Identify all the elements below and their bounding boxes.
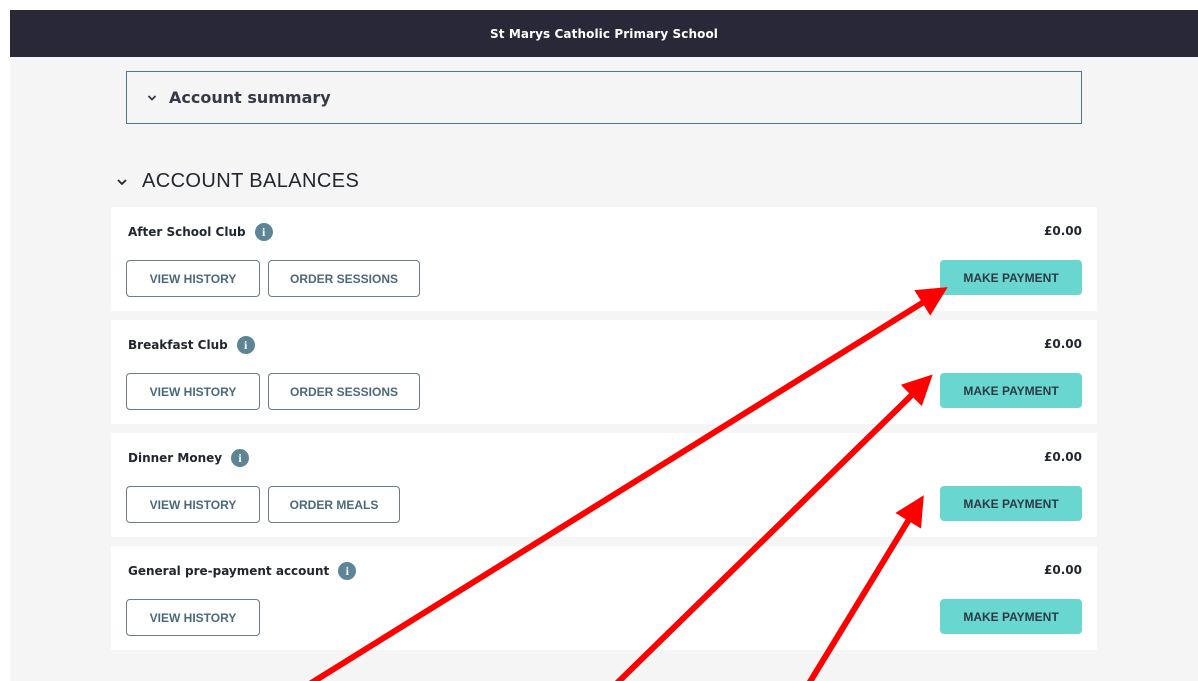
account-balance: £0.00 [1044,563,1082,577]
view-history-button[interactable]: VIEW HISTORY [126,373,260,410]
account-balances-heading: ACCOUNT BALANCES [142,170,360,192]
account-card-breakfast-club: Breakfast Club i £0.00 VIEW HISTORY ORDE… [111,320,1097,424]
info-icon[interactable]: i [236,336,255,354]
account-name-text: After School Club [128,225,246,239]
account-name: General pre-payment account i [128,562,357,580]
account-balance: £0.00 [1044,224,1082,238]
chevron-down-icon [147,94,157,101]
account-balances-toggle[interactable]: ACCOUNT BALANCES [116,170,359,193]
info-icon[interactable]: i [338,562,357,580]
account-name: Breakfast Club i [128,336,255,354]
school-header: St Marys Catholic Primary School [10,10,1198,57]
account-card-after-school-club: After School Club i £0.00 VIEW HISTORY O… [111,207,1097,311]
account-balance: £0.00 [1044,337,1082,351]
chevron-down-icon [117,178,127,185]
order-sessions-button[interactable]: ORDER SESSIONS [268,373,420,410]
order-meals-button[interactable]: ORDER MEALS [268,486,400,523]
view-history-button[interactable]: VIEW HISTORY [126,599,260,636]
account-card-dinner-money: Dinner Money i £0.00 VIEW HISTORY ORDER … [111,433,1097,537]
make-payment-button[interactable]: MAKE PAYMENT [940,373,1082,408]
account-summary-label: Account summary [169,88,331,107]
account-card-general-prepayment: General pre-payment account i £0.00 VIEW… [111,546,1097,650]
info-icon[interactable]: i [231,449,250,467]
account-name-text: General pre-payment account [128,564,330,578]
make-payment-button[interactable]: MAKE PAYMENT [940,260,1082,295]
order-sessions-button[interactable]: ORDER SESSIONS [268,260,420,297]
account-summary-toggle[interactable]: Account summary [126,71,1082,124]
make-payment-button[interactable]: MAKE PAYMENT [940,486,1082,521]
app-frame: St Marys Catholic Primary School Account… [10,10,1198,681]
account-balance: £0.00 [1044,450,1082,464]
account-name: Dinner Money i [128,449,250,467]
school-name: St Marys Catholic Primary School [489,26,719,41]
make-payment-button[interactable]: MAKE PAYMENT [940,599,1082,634]
account-name-text: Dinner Money [128,451,223,465]
info-icon[interactable]: i [254,223,273,241]
view-history-button[interactable]: VIEW HISTORY [126,260,260,297]
account-name: After School Club i [128,223,273,241]
view-history-button[interactable]: VIEW HISTORY [126,486,260,523]
account-name-text: Breakfast Club [128,338,228,352]
